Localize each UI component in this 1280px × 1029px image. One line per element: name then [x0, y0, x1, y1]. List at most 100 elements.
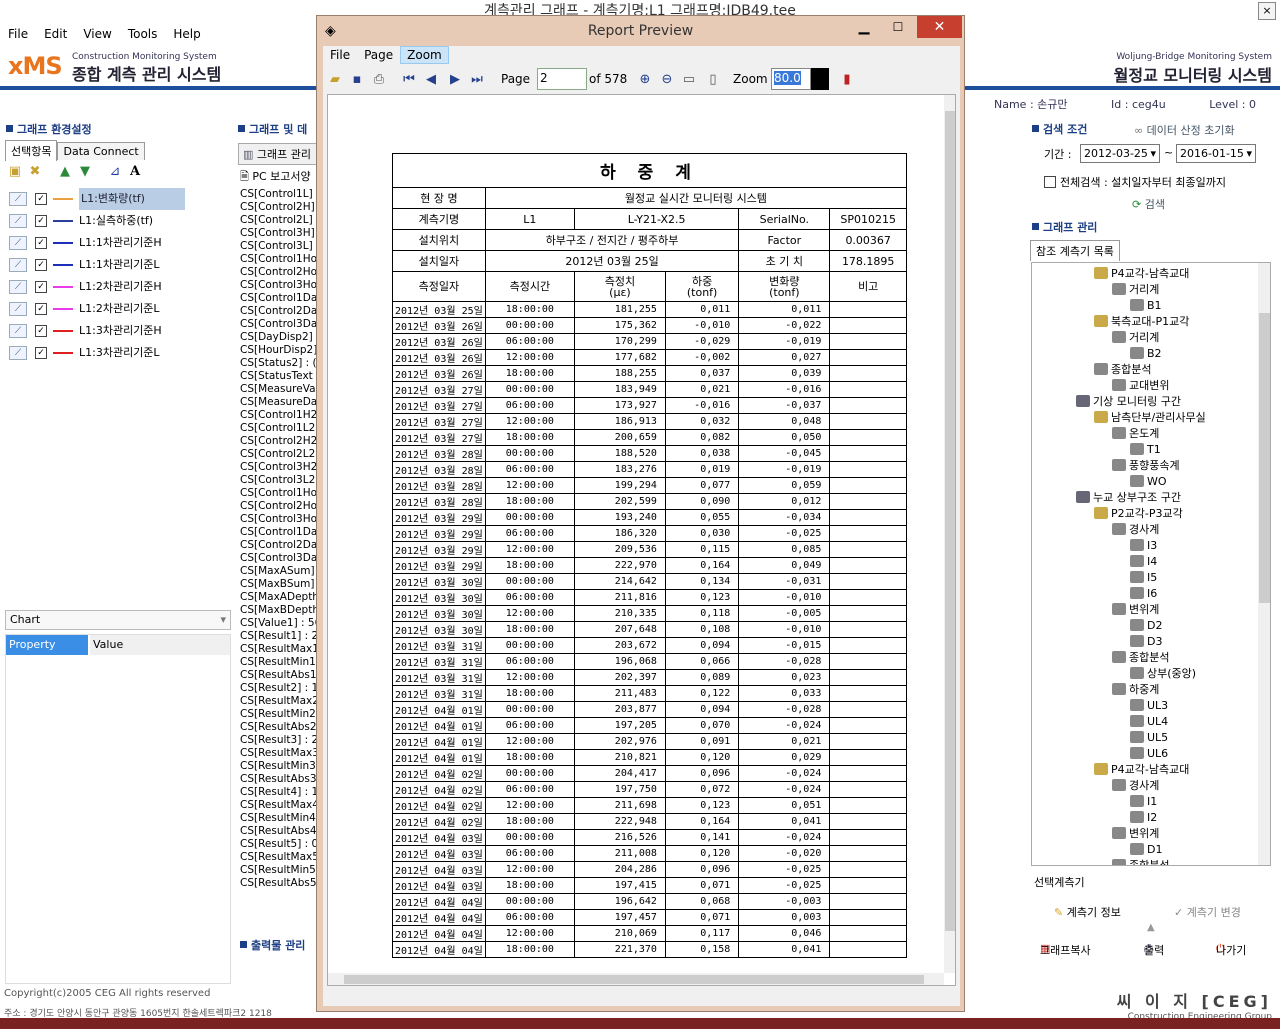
- chart-select[interactable]: Chart ▾: [5, 610, 231, 630]
- all-search-option[interactable]: 전체검색 : 설치일자부터 최종일까지: [1044, 174, 1226, 190]
- exit-preview-icon[interactable]: ▮: [837, 70, 857, 90]
- field-item[interactable]: CS[Control2Ho: [240, 266, 318, 279]
- field-item[interactable]: CS[Control3H]: [240, 227, 318, 240]
- next-page-icon[interactable]: ▶: [445, 70, 465, 90]
- series-item[interactable]: ⟋ ✓ L1:2차관리기준L: [5, 298, 231, 320]
- field-item[interactable]: CS[MeasureDa: [240, 396, 318, 409]
- field-item[interactable]: CS[ResultMin1]: [240, 656, 318, 669]
- move-down-icon[interactable]: ▼: [75, 164, 95, 179]
- date-to-select[interactable]: 2016-01-15 ▾: [1176, 144, 1256, 163]
- field-item[interactable]: CS[MeasureVal: [240, 383, 318, 396]
- tree-node[interactable]: I2: [1130, 810, 1157, 826]
- tree-node[interactable]: T1: [1130, 442, 1161, 458]
- delete-series-icon[interactable]: ✖: [25, 164, 45, 179]
- close-button[interactable]: ✕: [917, 16, 962, 38]
- field-item[interactable]: CS[ResultMax2: [240, 695, 318, 708]
- tree-node[interactable]: I5: [1130, 570, 1157, 586]
- field-item[interactable]: CS[Control1L]: [240, 188, 318, 201]
- field-item[interactable]: CS[ResultMax4: [240, 799, 318, 812]
- field-item[interactable]: CS[MaxASum]: [240, 565, 318, 578]
- field-item[interactable]: CS[Result3] : 2: [240, 734, 318, 747]
- tree-node[interactable]: 풍향풍속계: [1112, 458, 1180, 474]
- field-item[interactable]: CS[ResultMin5]: [240, 864, 318, 877]
- field-item[interactable]: CS[Result1] : 2: [240, 630, 318, 643]
- tree-node[interactable]: P2교각-P3교각: [1094, 506, 1183, 522]
- tree-node[interactable]: 변위계: [1112, 826, 1159, 842]
- field-item[interactable]: CS[Result2] : 1: [240, 682, 318, 695]
- field-item[interactable]: CS[ResultMin4]: [240, 812, 318, 825]
- horizontal-scrollbar-thumb[interactable]: [344, 975, 924, 984]
- field-item[interactable]: CS[Control3Ho: [240, 513, 318, 526]
- tree-node[interactable]: I6: [1130, 586, 1157, 602]
- field-item[interactable]: CS[Control3L2]: [240, 474, 318, 487]
- tree-node[interactable]: 종합분석: [1112, 650, 1169, 666]
- tree-node[interactable]: I3: [1130, 538, 1157, 554]
- tree-node[interactable]: UL4: [1130, 714, 1168, 730]
- instrument-change-button[interactable]: ✓ 계측기 변경: [1174, 904, 1241, 920]
- field-item[interactable]: CS[ResultMax1: [240, 643, 318, 656]
- tree-scrollbar-thumb[interactable]: [1259, 313, 1270, 603]
- series-checkbox[interactable]: ✓: [35, 325, 47, 337]
- zoom-input[interactable]: 80.0: [771, 68, 811, 90]
- field-item[interactable]: CS[Value1] : 56: [240, 617, 318, 630]
- series-checkbox[interactable]: ✓: [35, 259, 47, 271]
- field-item[interactable]: CS[ResultAbs3: [240, 773, 318, 786]
- page-width-icon[interactable]: ▭: [679, 70, 699, 90]
- save-icon[interactable]: ▪: [347, 70, 367, 90]
- tree-node[interactable]: 경사계: [1112, 778, 1159, 794]
- field-item[interactable]: CS[Control2L]: [240, 214, 318, 227]
- series-item[interactable]: ⟋ ✓ L1:2차관리기준H: [5, 276, 231, 298]
- series-checkbox[interactable]: ✓: [35, 347, 47, 359]
- field-item[interactable]: CS[Status2] : (: [240, 357, 318, 370]
- series-item[interactable]: ⟋ ✓ L1:실측하중(tf): [5, 210, 231, 232]
- field-item[interactable]: CS[ResultMin2]: [240, 708, 318, 721]
- prev-page-icon[interactable]: ◀: [421, 70, 441, 90]
- series-checkbox[interactable]: ✓: [35, 237, 47, 249]
- field-item[interactable]: CS[ResultMax3: [240, 747, 318, 760]
- reset-data-link[interactable]: ∞ 데이터 산정 초기화: [1134, 122, 1235, 138]
- tree-node[interactable]: P4교각-남측교대: [1094, 762, 1189, 778]
- tree-node[interactable]: 변위계: [1112, 602, 1159, 618]
- report-menu-zoom[interactable]: Zoom: [400, 46, 449, 64]
- tree-node[interactable]: UL3: [1130, 698, 1168, 714]
- tab-selected-items[interactable]: 선택항목: [5, 140, 58, 161]
- series-checkbox[interactable]: ✓: [35, 303, 47, 315]
- tree-node[interactable]: 거리계: [1112, 330, 1159, 346]
- series-item[interactable]: ⟋ ✓ L1:3차관리기준L: [5, 342, 231, 364]
- field-item[interactable]: CS[ResultAbs4: [240, 825, 318, 838]
- tree-node[interactable]: WO: [1130, 474, 1167, 490]
- field-item[interactable]: CS[Control2Da: [240, 539, 318, 552]
- series-checkbox[interactable]: ✓: [35, 193, 47, 205]
- field-item[interactable]: CS[Control3Da: [240, 552, 318, 565]
- tree-node[interactable]: 종합분석: [1112, 858, 1169, 865]
- print-icon[interactable]: ⎙: [369, 70, 389, 90]
- tree-node[interactable]: 온도계: [1112, 426, 1159, 442]
- tree-node[interactable]: 북측교대-P1교각: [1094, 314, 1189, 330]
- tab-reference-instruments[interactable]: 참조 계측기 목록: [1030, 240, 1120, 261]
- field-item[interactable]: CS[Result5] : 0: [240, 838, 318, 851]
- menu-file[interactable]: File: [0, 24, 36, 44]
- field-item[interactable]: CS[HourDisp2]: [240, 344, 318, 357]
- report-menu-page[interactable]: Page: [357, 46, 400, 64]
- field-item[interactable]: CS[Control2H]: [240, 201, 318, 214]
- series-checkbox[interactable]: ✓: [35, 281, 47, 293]
- field-item[interactable]: CS[Control3Ho: [240, 279, 318, 292]
- font-icon[interactable]: A: [125, 164, 145, 179]
- field-item[interactable]: CS[Control1Ho: [240, 253, 318, 266]
- field-item[interactable]: CS[Control3H2: [240, 461, 318, 474]
- series-item[interactable]: ⟋ ✓ L1:변화량(tf): [5, 188, 231, 210]
- tree-node[interactable]: 경사계: [1112, 522, 1159, 538]
- field-item[interactable]: CS[Control2L2]: [240, 448, 318, 461]
- field-item[interactable]: CS[Control1H2: [240, 409, 318, 422]
- tab-graph-management[interactable]: ▥ 그래프 관리: [238, 143, 318, 165]
- first-page-icon[interactable]: ⏮: [399, 70, 419, 90]
- field-item[interactable]: CS[Control3L]: [240, 240, 318, 253]
- menu-tools[interactable]: Tools: [120, 24, 166, 44]
- tree-node[interactable]: I1: [1130, 794, 1157, 810]
- field-item[interactable]: CS[ResultAbs1: [240, 669, 318, 682]
- all-search-checkbox[interactable]: [1044, 176, 1056, 188]
- series-item[interactable]: ⟋ ✓ L1:3차관리기준H: [5, 320, 231, 342]
- page-number-input[interactable]: 2: [537, 68, 587, 90]
- field-item[interactable]: CS[ResultAbs5: [240, 877, 318, 890]
- tree-node[interactable]: P4교각-남측교대: [1094, 266, 1189, 282]
